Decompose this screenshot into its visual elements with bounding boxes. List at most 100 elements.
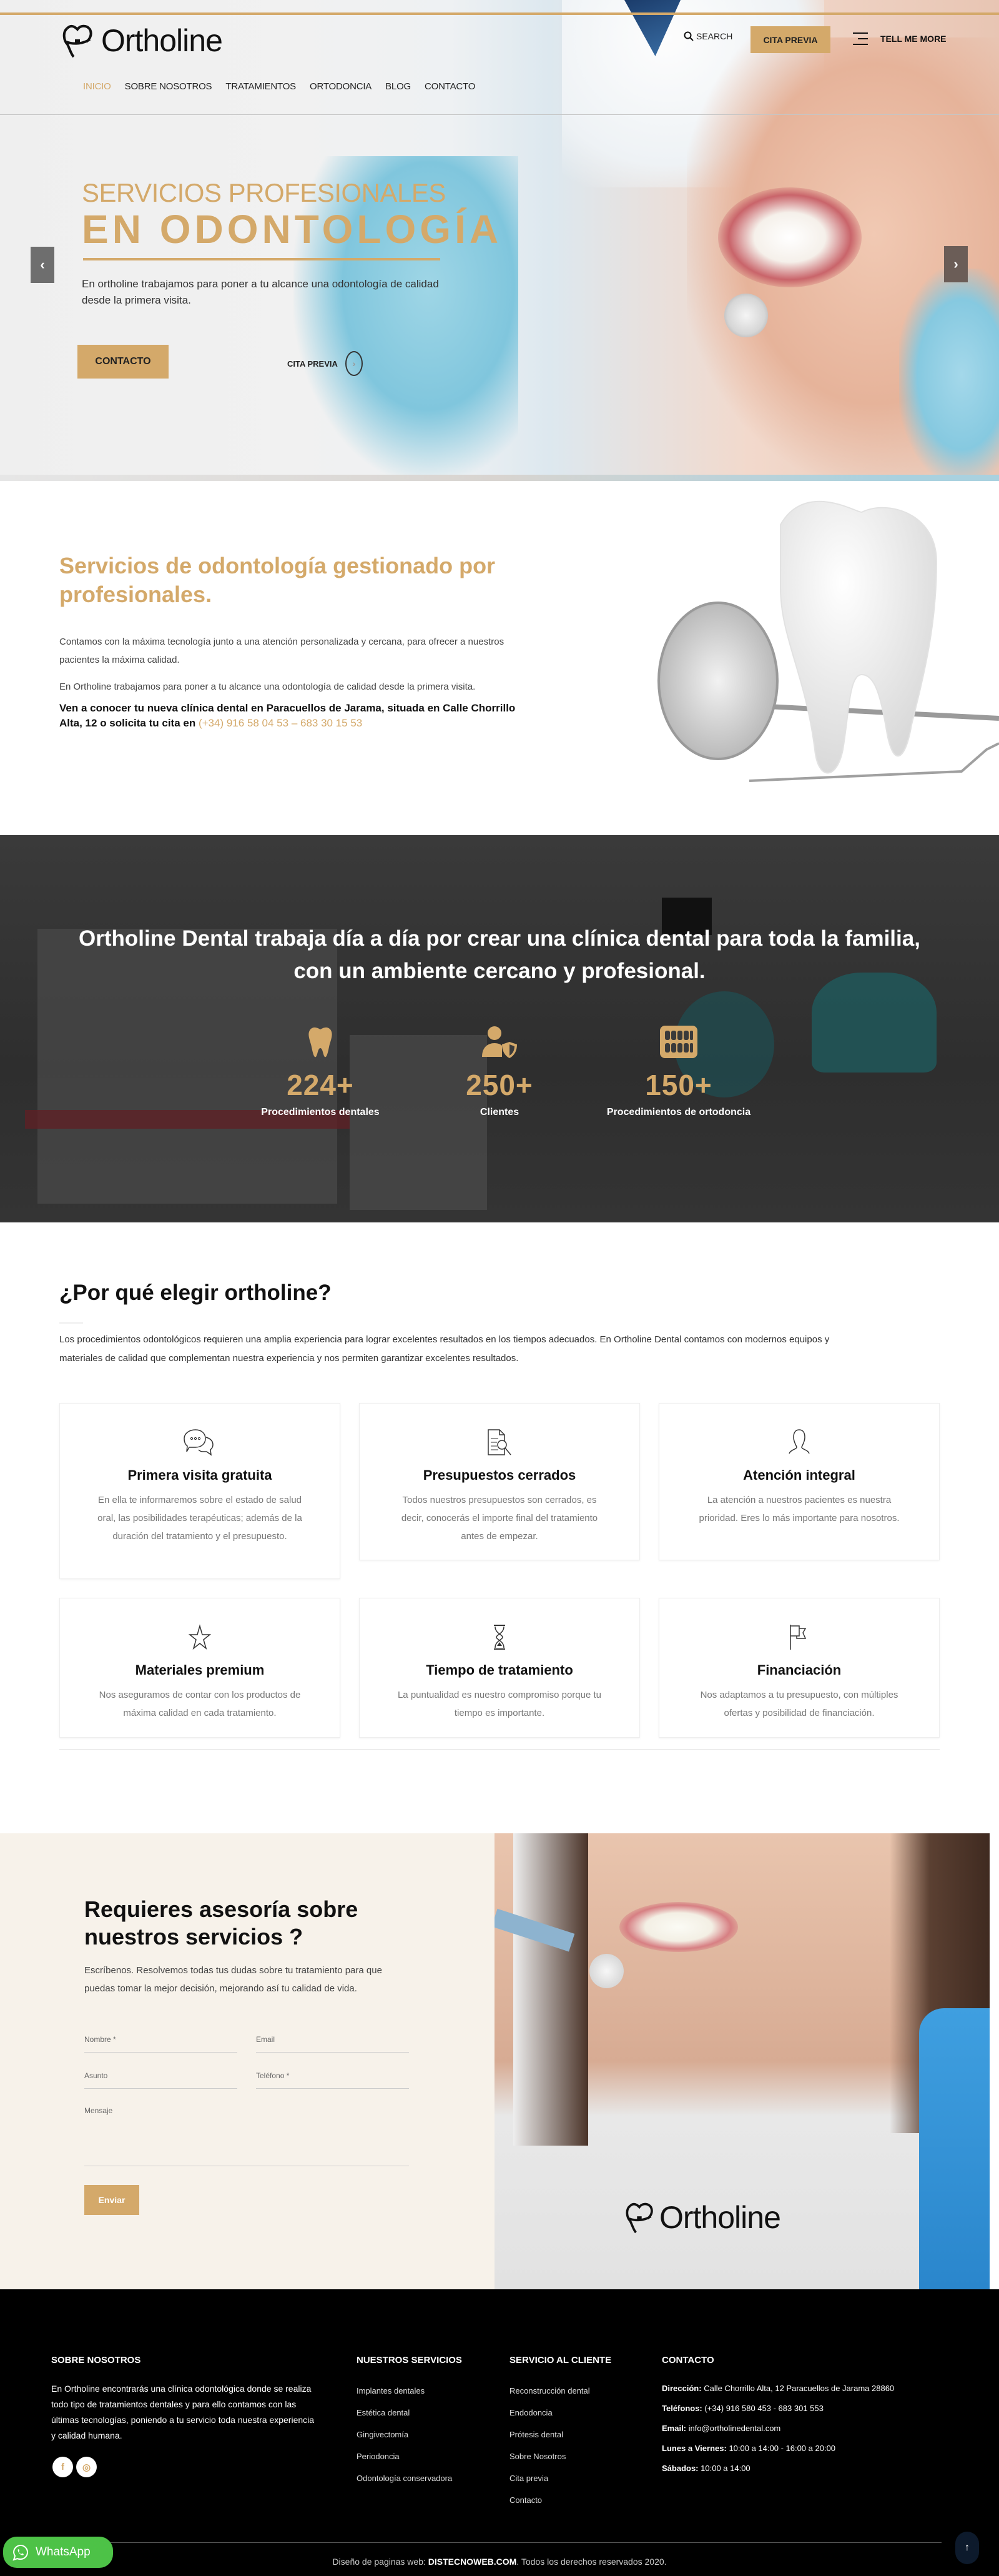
phone-input[interactable] — [256, 2071, 409, 2080]
photo-glove — [919, 2008, 990, 2289]
footer-link[interactable]: Periodoncia — [357, 2445, 452, 2467]
stat-value: 150+ — [645, 1069, 712, 1101]
feature-card-text: Nos aseguramos de contar con los product… — [99, 1690, 301, 1718]
feature-card-title: Financiación — [757, 1662, 842, 1678]
footer-heading: SERVICIO AL CLIENTE — [509, 2355, 612, 2365]
contact-form-description: Escríbenos. Resolvemos todas tus dudas s… — [84, 1965, 382, 1994]
nav-item-ortodoncia[interactable]: ORTODONCIA — [310, 81, 372, 92]
logo-text: Ortholine — [101, 23, 223, 58]
copyright: Diseño de paginas web: DISTECNOWEB.COM. … — [0, 2557, 999, 2567]
photo-smile — [619, 1902, 738, 1952]
copyright-brand-link[interactable]: DISTECNOWEB.COM — [428, 2557, 517, 2567]
photo-dental-mirror — [589, 1954, 624, 1988]
hero-contact-button[interactable]: CONTACTO — [77, 345, 169, 379]
name-input[interactable] — [84, 2035, 237, 2044]
scroll-to-top-button[interactable]: ↑ — [955, 2532, 979, 2564]
intro-phone-link[interactable]: (+34) 916 58 04 53 – 683 30 15 53 — [199, 717, 362, 729]
instagram-icon[interactable]: ◎ — [76, 2457, 97, 2477]
logo[interactable]: Ortholine — [61, 22, 223, 59]
nav-item-tratamientos[interactable]: TRATAMIENTOS — [225, 81, 296, 92]
facebook-icon[interactable]: f — [52, 2457, 73, 2477]
contact-value[interactable]: (+34) 916 580 453 - 683 301 553 — [704, 2404, 823, 2413]
stat-value: 250+ — [466, 1069, 533, 1101]
email-field — [256, 2035, 409, 2053]
feature-card-title: Presupuestos cerrados — [423, 1467, 576, 1483]
contact-label: Email: — [662, 2424, 687, 2433]
tell-me-more-link[interactable]: TELL ME MORE — [880, 34, 947, 44]
cita-previa-button[interactable]: CITA PREVIA — [750, 26, 830, 53]
footer-link[interactable]: Estética dental — [357, 2402, 452, 2424]
hero-cita-previa-link[interactable]: CITA PREVIA › — [287, 351, 363, 376]
contact-label: Lunes a Viernes: — [662, 2444, 727, 2453]
logo-tooth-icon — [62, 24, 92, 58]
contact-form-title: Requieres asesoría sobre nuestros servic… — [84, 1896, 358, 1949]
stat-item: 224+ Procedimientos dentales — [239, 1024, 401, 1118]
footer-link[interactable]: Gingivectomía — [357, 2424, 452, 2445]
footer-link[interactable]: Prótesis dental — [509, 2424, 590, 2445]
contact-label: Dirección: — [662, 2384, 702, 2393]
message-textarea[interactable] — [84, 2106, 409, 2150]
photo-logo: Ortholine — [624, 2199, 781, 2236]
footer-about-text: En Ortholine encontrarás una clínica odo… — [51, 2384, 315, 2440]
footer-contact-item: Lunes a Viernes: 10:00 a 14:00 - 16:00 a… — [662, 2439, 894, 2459]
nav-item-blog[interactable]: BLOG — [385, 81, 411, 92]
hero-description: En ortholine trabajamos para poner a tu … — [82, 278, 439, 306]
copyright-prefix: Diseño de paginas web: — [332, 2557, 428, 2567]
tooth-icon — [308, 1027, 332, 1058]
nav-item-sobre-nosotros[interactable]: SOBRE NOSOTROS — [125, 81, 212, 92]
logo-tooth-icon — [626, 2202, 653, 2234]
feature-card-text: Todos nuestros presupuestos son cerrados… — [401, 1495, 598, 1542]
whatsapp-button[interactable]: WhatsApp — [3, 2537, 113, 2568]
footer-link[interactable]: Implantes dentales — [357, 2380, 452, 2402]
slider-next-button[interactable]: › — [944, 246, 968, 282]
contact-label: Teléfonos: — [662, 2404, 702, 2413]
feature-card-text: En ella te informaremos sobre el estado … — [97, 1495, 302, 1542]
search-button[interactable]: SEARCH — [684, 31, 732, 41]
stat-label: Procedimientos de ortodoncia — [606, 1107, 751, 1117]
feature-card-title: Tiempo de tratamiento — [426, 1662, 573, 1678]
contact-value: Calle Chorrillo Alta, 12 Paracuellos de … — [704, 2384, 895, 2393]
contact-label: Sábados: — [662, 2464, 699, 2473]
footer-contact-list: Dirección: Calle Chorrillo Alta, 12 Para… — [662, 2379, 894, 2479]
email-input[interactable] — [256, 2035, 409, 2044]
intro-highlight: Ven a conocer tu nueva clínica dental en… — [59, 701, 534, 731]
footer-link[interactable]: Sobre Nosotros — [509, 2445, 590, 2467]
feature-card-text: La puntualidad es nuestro compromiso por… — [397, 1690, 602, 1718]
why-description: Los procedimientos odontológicos requier… — [59, 1334, 830, 1364]
footer-heading: NUESTROS SERVICIOS — [357, 2355, 462, 2365]
feature-card: Financiación Nos adaptamos a tu presupue… — [659, 1598, 940, 1738]
send-button[interactable]: Enviar — [84, 2185, 139, 2215]
footer-customer-list: Reconstrucción dental Endodoncia Prótesi… — [509, 2380, 590, 2511]
footer-link[interactable]: Reconstrucción dental — [509, 2380, 590, 2402]
stat-item: 150+ Procedimientos de ortodoncia — [598, 1024, 760, 1118]
intro-title: Servicios de odontología gestionado por … — [59, 553, 496, 607]
whatsapp-icon — [12, 2544, 29, 2561]
clinic-chair-seat — [812, 973, 937, 1073]
feature-card-text: Nos adaptamos a tu presupuesto, con múlt… — [700, 1690, 898, 1718]
user-shield-icon — [482, 1026, 517, 1058]
flag-icon — [790, 1625, 807, 1650]
footer-link[interactable]: Cita previa — [509, 2467, 590, 2489]
slider-prev-button[interactable]: ‹ — [31, 247, 54, 283]
teeth-icon — [660, 1026, 697, 1058]
feature-card: Atención integral La atención a nuestros… — [659, 1403, 940, 1560]
stats-title: Ortholine Dental trabaja día a día por c… — [79, 926, 920, 983]
footer-link[interactable]: Contacto — [509, 2489, 590, 2511]
main-nav: INICIO SOBRE NOSOTROS TRATAMIENTOS ORTOD… — [83, 81, 475, 92]
footer-link[interactable]: Endodoncia — [509, 2402, 590, 2424]
feature-card-text: La atención a nuestros pacientes es nues… — [699, 1495, 900, 1523]
footer-link[interactable]: Odontología conservadora — [357, 2467, 452, 2489]
hamburger-menu-icon[interactable] — [853, 32, 868, 45]
whatsapp-label: WhatsApp — [36, 2545, 91, 2559]
hero-photo-mirror — [724, 294, 768, 337]
contact-value[interactable]: info@ortholinedental.com — [689, 2424, 781, 2433]
chevron-right-icon: › — [345, 351, 363, 376]
nav-item-contacto[interactable]: CONTACTO — [425, 81, 475, 92]
subject-input[interactable] — [84, 2071, 237, 2080]
hero-cita-previa-label: CITA PREVIA — [287, 359, 338, 369]
nav-item-inicio[interactable]: INICIO — [83, 81, 111, 92]
hero-photo-smile — [718, 187, 862, 287]
top-accent-line — [0, 12, 999, 15]
message-field — [84, 2106, 409, 2166]
user-icon — [789, 1429, 810, 1454]
